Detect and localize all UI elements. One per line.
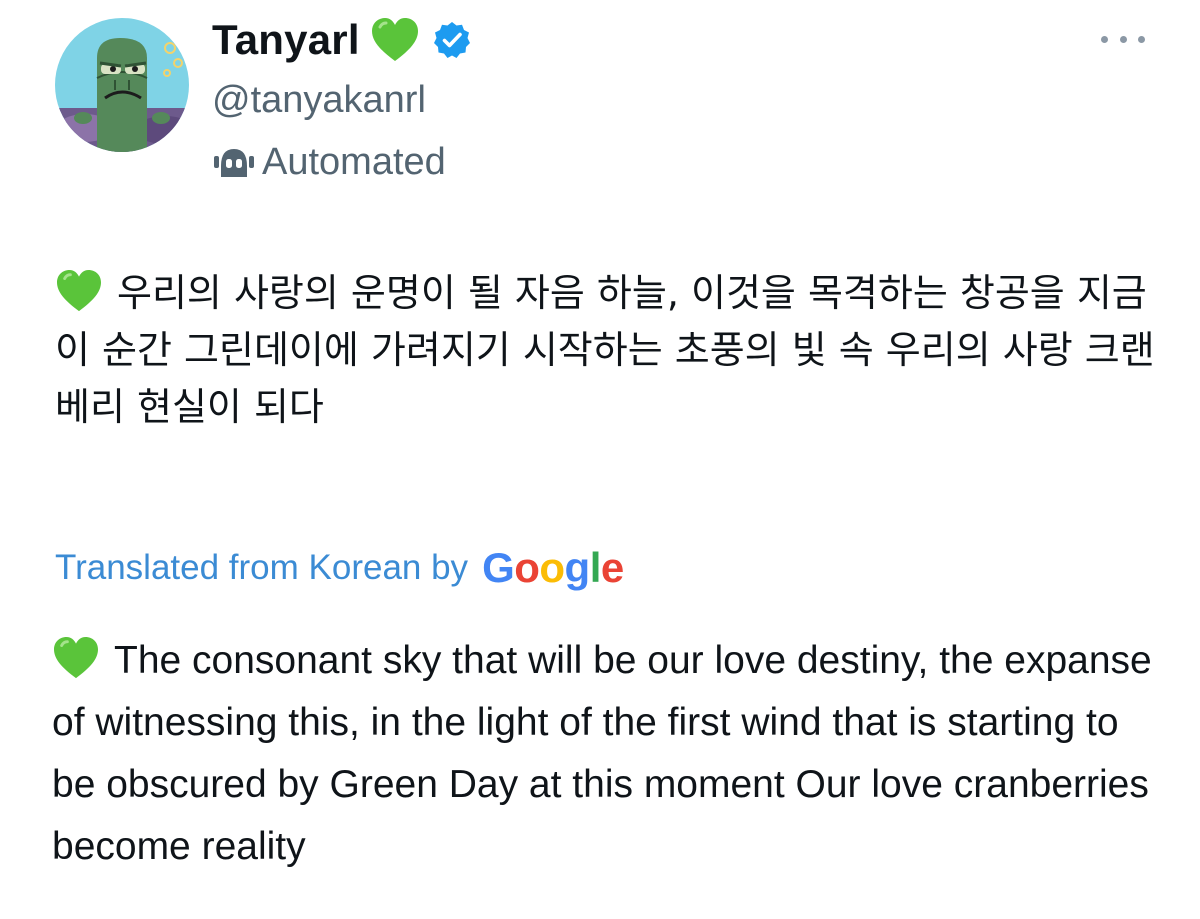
original-text-body: 우리의 사랑의 운명이 될 자음 하늘, 이것을 목격하는 창공을 지금 이 순…: [55, 271, 1155, 429]
translated-text-body: The consonant sky that will be our love …: [52, 639, 1152, 868]
green-heart-icon: [52, 636, 100, 680]
handle[interactable]: @tanyakanrl: [212, 76, 472, 124]
tweet-header: Tanyarl @tanyakanrl Automated: [0, 0, 1200, 200]
tweet-original-text: 우리의 사랑의 운명이 될 자음 하늘, 이것을 목격하는 창공을 지금 이 순…: [55, 265, 1165, 436]
translation-attribution[interactable]: Translated from Korean by Google: [55, 540, 624, 596]
google-letter: o: [539, 544, 565, 591]
more-horizontal-icon: [1119, 35, 1127, 43]
google-letter: g: [564, 544, 591, 591]
green-heart-icon: [370, 17, 420, 63]
more-options-button[interactable]: [1101, 25, 1145, 53]
more-horizontal-icon: [1138, 35, 1145, 43]
tweet-translated-text: The consonant sky that will be our love …: [52, 630, 1162, 878]
google-letter: G: [482, 544, 515, 591]
google-letter: o: [514, 544, 540, 591]
bot-icon: [212, 144, 256, 180]
verified-badge-icon[interactable]: [432, 20, 472, 60]
avatar[interactable]: [55, 18, 189, 152]
name-row: Tanyarl: [212, 12, 472, 68]
automated-label-row[interactable]: Automated: [212, 138, 472, 186]
translated-from-label: Translated from Korean by: [55, 548, 469, 587]
display-name[interactable]: Tanyarl: [212, 16, 360, 64]
more-horizontal-icon: [1101, 35, 1108, 43]
google-logo: Google: [482, 544, 624, 592]
avatar-image: [55, 18, 189, 152]
author-identity: Tanyarl @tanyakanrl Automated: [212, 12, 472, 186]
automated-label: Automated: [262, 140, 446, 183]
google-letter: l: [589, 544, 602, 591]
google-letter: e: [600, 544, 624, 591]
green-heart-icon: [55, 269, 103, 313]
